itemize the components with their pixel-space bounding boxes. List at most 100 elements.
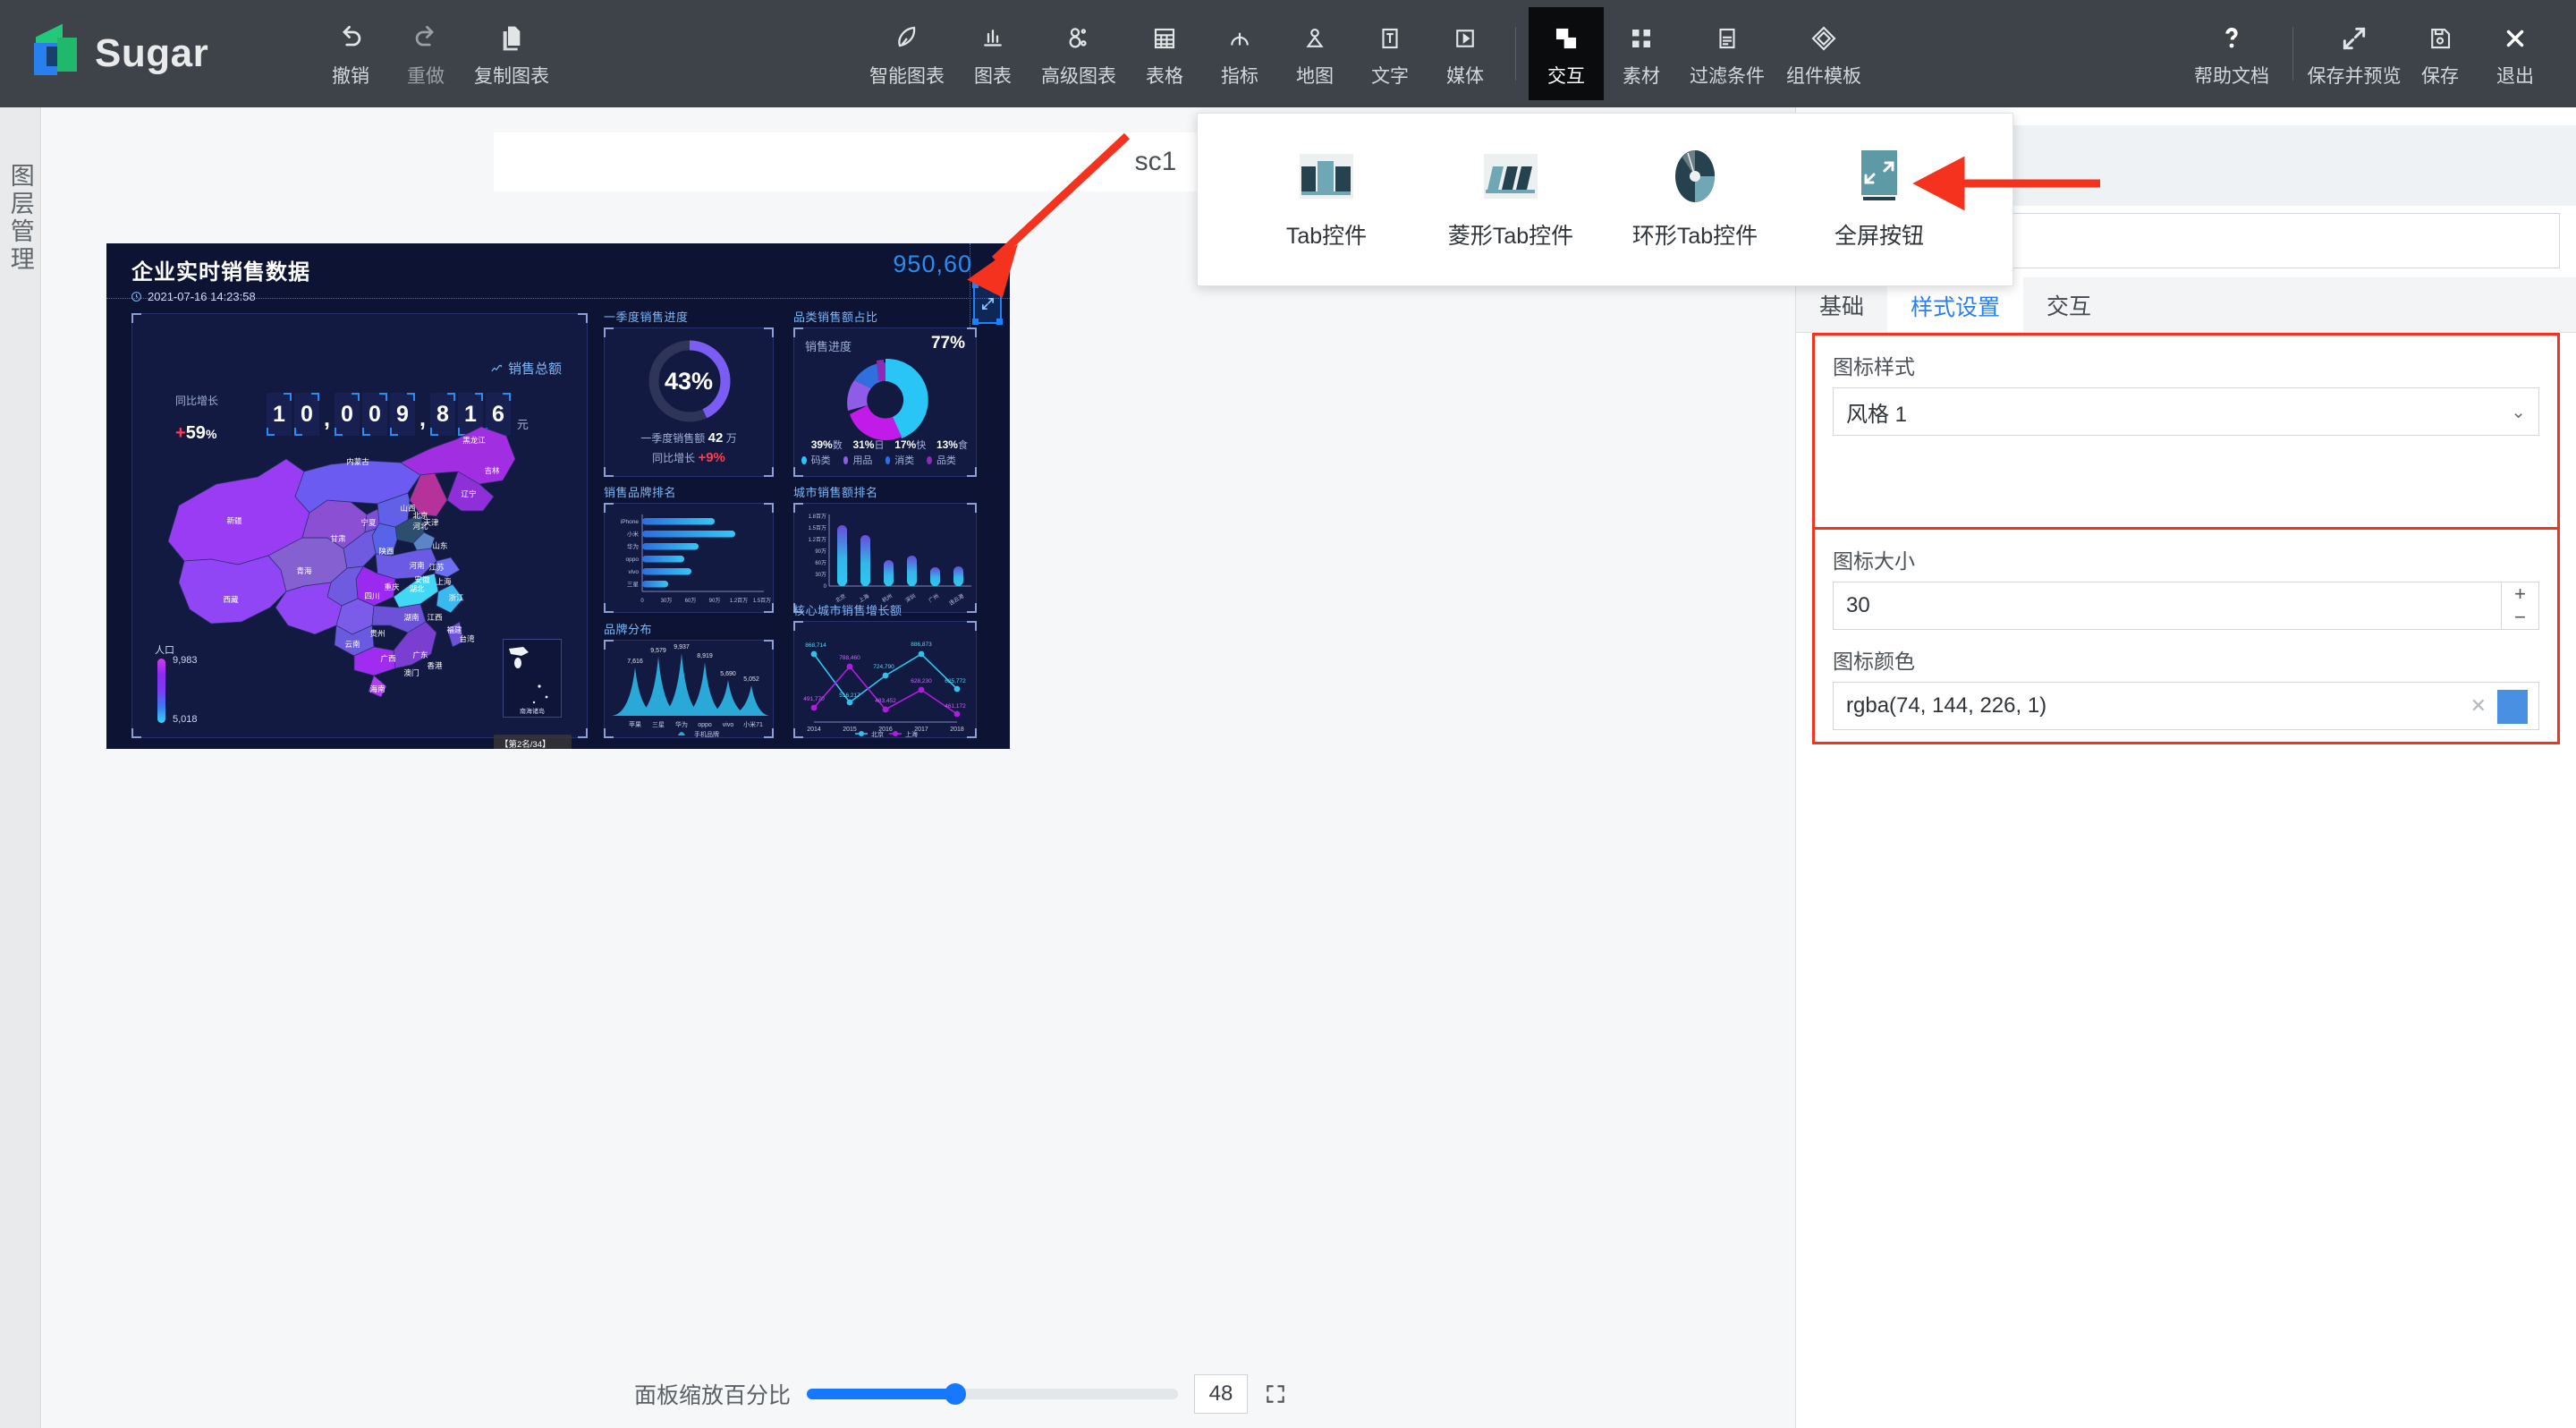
svg-text:宁夏: 宁夏 bbox=[360, 518, 377, 527]
annotation-arrow-to-widget bbox=[967, 132, 1131, 298]
svg-text:湖北: 湖北 bbox=[409, 584, 425, 593]
help-doc-button[interactable]: 帮助文档 bbox=[2183, 7, 2280, 100]
stepper-decrement-button[interactable]: − bbox=[2502, 606, 2538, 629]
legend-color-dot bbox=[885, 456, 891, 464]
zoom-slider[interactable] bbox=[807, 1383, 1178, 1405]
icon-color-input[interactable]: rgba(74, 144, 226, 1) ✕ bbox=[1833, 682, 2539, 730]
toolbar-item-smart-chart[interactable]: 智能图表 bbox=[859, 7, 955, 100]
close-icon bbox=[2502, 19, 2529, 58]
svg-text:2014: 2014 bbox=[807, 727, 821, 733]
core-city-growth-panel[interactable]: 868,714 516,217 724,790 886,873 625,772 491… bbox=[793, 621, 977, 738]
svg-text:浙江: 浙江 bbox=[448, 593, 464, 602]
svg-text:福建: 福建 bbox=[446, 625, 462, 634]
q1-progress-panel[interactable]: 43% 一季度销售额 42 万 同比增长 +9% bbox=[604, 327, 774, 477]
svg-text:625,772: 625,772 bbox=[945, 678, 966, 684]
toolbar-item-chart[interactable]: 图表 bbox=[955, 7, 1030, 100]
svg-text:1.8百万: 1.8百万 bbox=[809, 514, 826, 520]
svg-text:辽宁: 辽宁 bbox=[461, 489, 476, 498]
redo-button[interactable]: 重做 bbox=[388, 7, 463, 100]
svg-text:30万: 30万 bbox=[661, 598, 673, 604]
save-button[interactable]: 保存 bbox=[2402, 7, 2478, 100]
fullscreen-icon[interactable] bbox=[1264, 1382, 1287, 1406]
diamond-tab-widget-thumb-icon bbox=[1469, 149, 1553, 204]
brand-rank-panel[interactable]: iPhone 小米 华为 oppo vivo 三星 0 30万 60万 90万 1.2百万 1.… bbox=[604, 503, 774, 613]
tab-interaction[interactable]: 交互 bbox=[2023, 277, 2114, 332]
svg-text:手机品牌: 手机品牌 bbox=[694, 730, 719, 738]
zoom-label: 面板缩放百分比 bbox=[633, 1383, 791, 1408]
category-share-panel[interactable]: 销售进度 77% 39%数码类 31%日用品 17%快消类 13%食品类 bbox=[793, 327, 977, 477]
svg-text:上海: 上海 bbox=[905, 730, 918, 738]
svg-text:5,690: 5,690 bbox=[720, 671, 736, 677]
dashboard-title: 企业实时销售数据 bbox=[131, 260, 310, 285]
toolbar-item-filter[interactable]: 过滤条件 bbox=[1679, 7, 1775, 100]
field-icon-style: 图标样式 风格 1 ⌄ bbox=[1833, 350, 2539, 436]
brand-distribution-panel[interactable]: 7,616 9,579 9,937 8,919 5,690 5,052 苹果 三星 华为 o… bbox=[604, 640, 774, 738]
svg-text:云南: 云南 bbox=[344, 640, 360, 649]
copy-chart-button[interactable]: 复制图表 bbox=[463, 7, 560, 100]
svg-text:oppo: oppo bbox=[698, 722, 712, 728]
dashboard-canvas[interactable]: 企业实时销售数据 2021-07-16 14:23:58 950,60 销售总额… bbox=[106, 243, 1010, 749]
toolbar-center-group: 智能图表 图表 高级图表 表格 指标 地图 文字 媒体 交互 素材 过滤条件 组… bbox=[859, 7, 1872, 100]
color-swatch[interactable] bbox=[2497, 690, 2528, 724]
section-title-brand-rank: 销售品牌排名 bbox=[604, 486, 677, 499]
svg-text:1.5百万: 1.5百万 bbox=[809, 525, 826, 531]
advanced-chart-icon bbox=[1064, 19, 1093, 58]
sugar-logo-icon bbox=[30, 23, 80, 81]
toolbar-item-component-template[interactable]: 组件模板 bbox=[1775, 7, 1872, 100]
brand-name: Sugar bbox=[95, 31, 209, 75]
map-tooltip: 【第2名/34】 河北 人口: 9,628 面积: 25平方公里 流动人口: 8… bbox=[494, 735, 572, 749]
popup-item-tab-widget[interactable]: Tab控件 bbox=[1267, 149, 1385, 251]
toolbar-item-interaction[interactable]: 交互 bbox=[1529, 7, 1604, 100]
clear-color-icon[interactable]: ✕ bbox=[2470, 694, 2487, 718]
map-legend-max: 9,983 bbox=[173, 655, 198, 666]
icon-size-spinner[interactable]: + − bbox=[2501, 582, 2538, 629]
popup-item-ring-tab-widget[interactable]: 环形Tab控件 bbox=[1632, 149, 1758, 251]
toolbar-item-material[interactable]: 素材 bbox=[1604, 7, 1679, 100]
save-and-preview-button[interactable]: 保存并预览 bbox=[2306, 7, 2402, 100]
pie-legend-item: 13%食品类 bbox=[927, 437, 969, 467]
popup-item-diamond-tab-widget[interactable]: 菱形Tab控件 bbox=[1448, 149, 1573, 251]
toolbar-item-advanced-chart[interactable]: 高级图表 bbox=[1030, 7, 1127, 100]
icon-style-value: 风格 1 bbox=[1846, 402, 1908, 427]
exit-button[interactable]: 退出 bbox=[2478, 7, 2553, 100]
legend-percent: 31% bbox=[852, 438, 875, 451]
svg-text:安徽: 安徽 bbox=[414, 575, 430, 584]
toolbar-item-map[interactable]: 地图 bbox=[1277, 7, 1352, 100]
icon-size-stepper[interactable]: 30 + − bbox=[1833, 582, 2539, 630]
svg-text:华为: 华为 bbox=[675, 720, 688, 728]
svg-text:连云港: 连云港 bbox=[948, 592, 966, 607]
map-legend-title: 人口 bbox=[155, 645, 174, 656]
zoom-slider-knob[interactable] bbox=[944, 1383, 966, 1405]
q1-progress-value: 43% bbox=[664, 368, 714, 395]
layer-manager-rail[interactable]: 图层管理 bbox=[0, 107, 41, 1428]
style-settings-highlight-bottom bbox=[1812, 742, 2560, 744]
svg-text:海南: 海南 bbox=[369, 684, 385, 693]
svg-text:60万: 60万 bbox=[685, 598, 697, 604]
toolbar-divider bbox=[1515, 27, 1516, 81]
svg-text:吉林: 吉林 bbox=[484, 466, 500, 475]
toolbar-item-text[interactable]: 文字 bbox=[1352, 7, 1428, 100]
svg-text:苹果: 苹果 bbox=[629, 720, 641, 728]
icon-style-select[interactable]: 风格 1 ⌄ bbox=[1833, 387, 2539, 436]
toolbar-item-media[interactable]: 媒体 bbox=[1428, 7, 1503, 100]
svg-text:9,579: 9,579 bbox=[650, 648, 666, 654]
zoom-value-input[interactable]: 48 bbox=[1194, 1374, 1248, 1414]
toolbar-item-metric[interactable]: 指标 bbox=[1202, 7, 1277, 100]
svg-text:贵州: 贵州 bbox=[369, 629, 385, 638]
sales-map-panel[interactable]: 销售总额 同比增长 +59% 10,009,816元 新疆 西藏 青海 甘肃 宁… bbox=[131, 313, 588, 749]
brand-distribution-area-chart: 7,616 9,579 9,937 8,919 5,690 5,052 苹果 三星 华为 o… bbox=[612, 644, 769, 738]
stepper-increment-button[interactable]: + bbox=[2502, 582, 2538, 606]
undo-button[interactable]: 撤销 bbox=[313, 7, 388, 100]
svg-text:陕西: 陕西 bbox=[378, 547, 394, 556]
material-icon bbox=[1628, 19, 1655, 58]
workspace: sc1 企业实时销售数据 2021-07-16 14:23:58 950,60 … bbox=[42, 107, 1837, 1428]
icon-color-value: rgba(74, 144, 226, 1) bbox=[1846, 693, 2047, 718]
svg-text:重庆: 重庆 bbox=[384, 582, 400, 591]
section-title-category-share: 品类销售额占比 bbox=[793, 310, 878, 324]
pie-legend-item: 39%数码类 bbox=[801, 437, 843, 467]
q1-growth-caption: 同比增长 +9% bbox=[652, 450, 725, 465]
city-rank-panel[interactable]: 1.8百万1.5百万1.2百万 90万60万30万0 北京 上海 杭州 bbox=[793, 503, 977, 613]
toolbar-item-table[interactable]: 表格 bbox=[1127, 7, 1202, 100]
svg-text:广州: 广州 bbox=[928, 592, 940, 604]
redo-icon bbox=[411, 19, 441, 58]
